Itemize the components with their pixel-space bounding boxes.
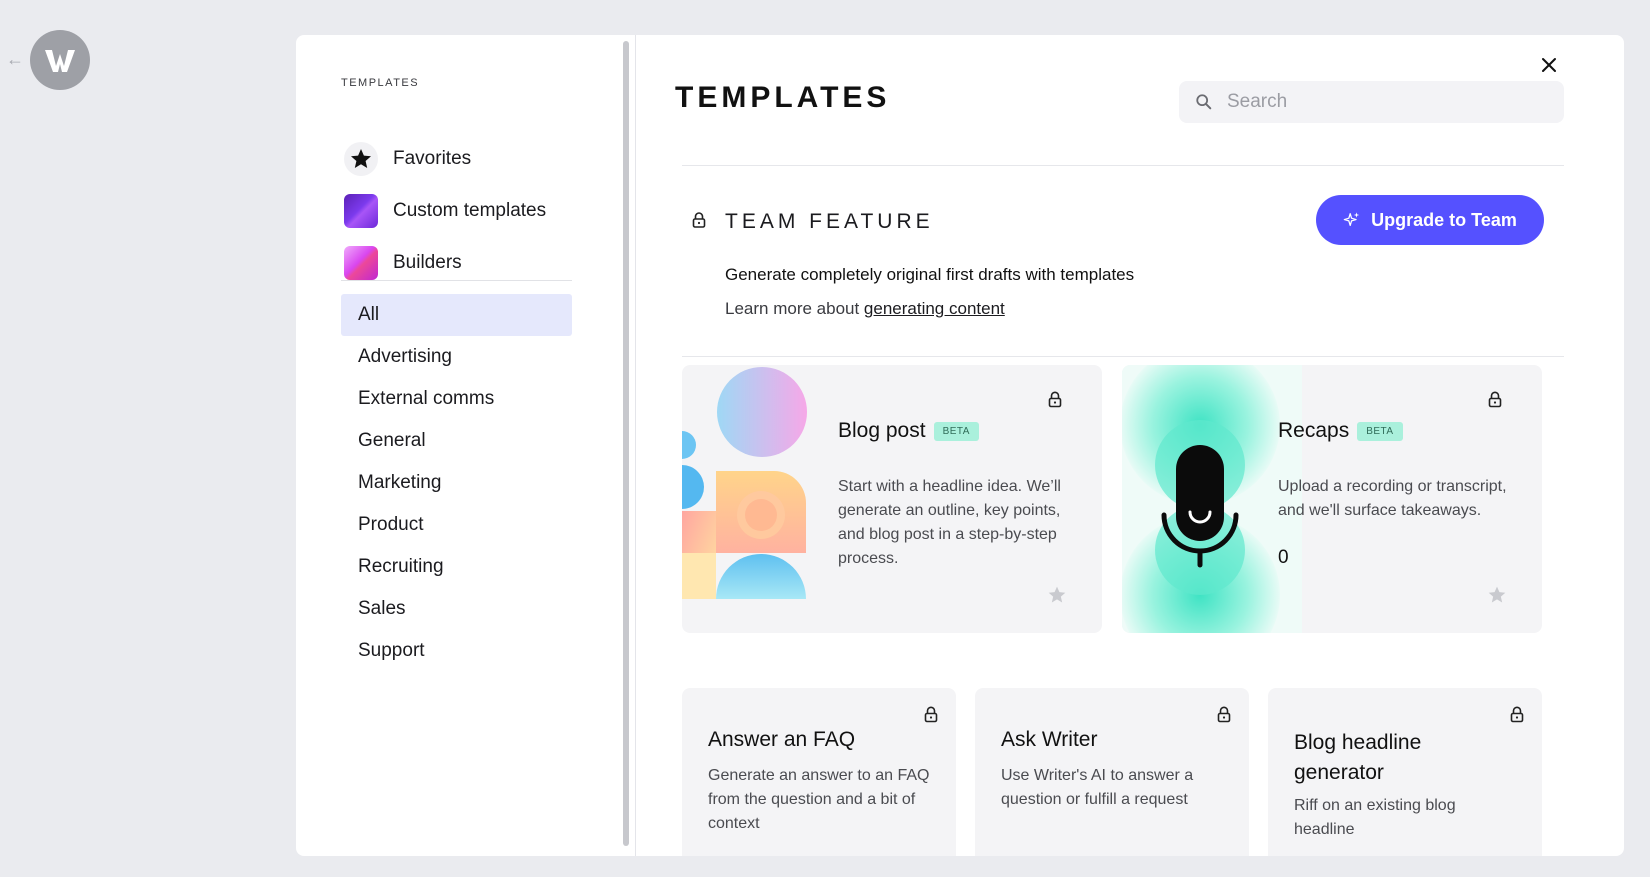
learn-more-prefix: Learn more about xyxy=(725,299,864,318)
close-icon xyxy=(1542,58,1556,72)
beta-badge: BETA xyxy=(1357,421,1403,441)
sidebar-item-label: Builders xyxy=(393,252,462,273)
upgrade-button-label: Upgrade to Team xyxy=(1371,209,1517,230)
builders-icon xyxy=(344,246,378,280)
divider xyxy=(682,165,1564,166)
sidebar-item-favorites[interactable]: Favorites xyxy=(344,139,471,179)
star-icon xyxy=(344,142,378,176)
lock-icon xyxy=(1488,391,1502,408)
category-sales[interactable]: Sales xyxy=(341,588,572,630)
card-title: Ask Writer xyxy=(1001,728,1098,751)
category-recruiting[interactable]: Recruiting xyxy=(341,546,572,588)
page-title: TEMPLATES xyxy=(675,81,891,114)
writer-logo-icon xyxy=(45,50,75,72)
learn-more-text: Learn more about generating content xyxy=(725,299,1005,319)
card-description: Start with a headline idea. We’ll genera… xyxy=(838,478,1061,567)
card-description: Generate an answer to an FAQ from the qu… xyxy=(708,767,930,832)
beta-badge: BETA xyxy=(933,421,979,441)
divider xyxy=(682,356,1564,357)
team-feature-title: TEAM FEATURE xyxy=(725,210,934,233)
sidebar-item-builders[interactable]: Builders xyxy=(344,243,462,283)
template-card-ask-writer[interactable]: Ask Writer Use Writer's AI to answer a q… xyxy=(975,688,1249,856)
card-title: Answer an FAQ xyxy=(708,728,856,751)
card-title-text: Blog post xyxy=(838,419,926,442)
lock-icon xyxy=(1510,706,1524,723)
card-title: Blog post BETA xyxy=(838,419,979,443)
template-card-blog-post[interactable]: Blog post BETA Start with a headline ide… xyxy=(682,365,1102,633)
category-external-comms[interactable]: External comms xyxy=(341,378,572,420)
templates-sidebar: TEMPLATES Favorites Custom templates Bui… xyxy=(296,35,636,856)
sidebar-item-label: Custom templates xyxy=(393,200,547,221)
generating-content-link[interactable]: generating content xyxy=(864,299,1005,318)
lock-icon xyxy=(692,212,706,228)
sparkle-icon xyxy=(1343,212,1360,227)
upgrade-to-team-button[interactable]: Upgrade to Team xyxy=(1316,195,1544,245)
blog-post-illustration xyxy=(682,367,807,599)
category-marketing[interactable]: Marketing xyxy=(341,462,572,504)
category-general[interactable]: General xyxy=(341,420,572,462)
sidebar-divider xyxy=(341,280,572,281)
lock-icon xyxy=(1217,706,1231,723)
close-button[interactable] xyxy=(1536,53,1562,79)
card-count: 0 xyxy=(1278,547,1289,568)
writer-logo[interactable] xyxy=(30,30,90,90)
sidebar-scrollbar[interactable] xyxy=(623,41,629,846)
sidebar-heading: TEMPLATES xyxy=(341,77,420,89)
card-description: Upload a recording or transcript, and we… xyxy=(1278,478,1507,519)
lock-icon xyxy=(924,706,938,723)
templates-main: TEMPLATES TEAM FEATURE Upgrade to Team G… xyxy=(637,35,1624,856)
search-icon xyxy=(1196,94,1212,110)
search-input[interactable] xyxy=(1227,91,1527,113)
team-feature-description: Generate completely original first draft… xyxy=(725,265,1135,284)
category-all[interactable]: All xyxy=(341,294,572,336)
search-box[interactable] xyxy=(1179,81,1564,123)
back-arrow-icon[interactable]: ← xyxy=(6,50,24,68)
card-description: Use Writer's AI to answer a question or … xyxy=(1001,767,1194,808)
category-product[interactable]: Product xyxy=(341,504,572,546)
card-title: Blog headline generator xyxy=(1294,731,1422,784)
custom-templates-icon xyxy=(344,194,378,228)
templates-modal: TEMPLATES Favorites Custom templates Bui… xyxy=(296,35,1624,856)
recaps-illustration xyxy=(1122,365,1302,633)
card-description: Riff on an existing blog headline xyxy=(1294,797,1456,838)
sidebar-item-label: Favorites xyxy=(393,148,472,169)
favorite-star-icon[interactable] xyxy=(1047,585,1067,605)
sidebar-item-custom-templates[interactable]: Custom templates xyxy=(344,191,546,231)
template-card-recaps[interactable]: Recaps BETA Upload a recording or transc… xyxy=(1122,365,1542,633)
category-support[interactable]: Support xyxy=(341,630,572,672)
template-card-answer-faq[interactable]: Answer an FAQ Generate an answer to an F… xyxy=(682,688,956,856)
favorite-star-icon[interactable] xyxy=(1487,585,1507,605)
category-advertising[interactable]: Advertising xyxy=(341,336,572,378)
template-card-blog-headline-generator[interactable]: Blog headline generator Riff on an exist… xyxy=(1268,688,1542,856)
card-title: Recaps BETA xyxy=(1278,419,1403,443)
lock-icon xyxy=(1048,391,1062,408)
card-title-text: Recaps xyxy=(1278,419,1350,442)
